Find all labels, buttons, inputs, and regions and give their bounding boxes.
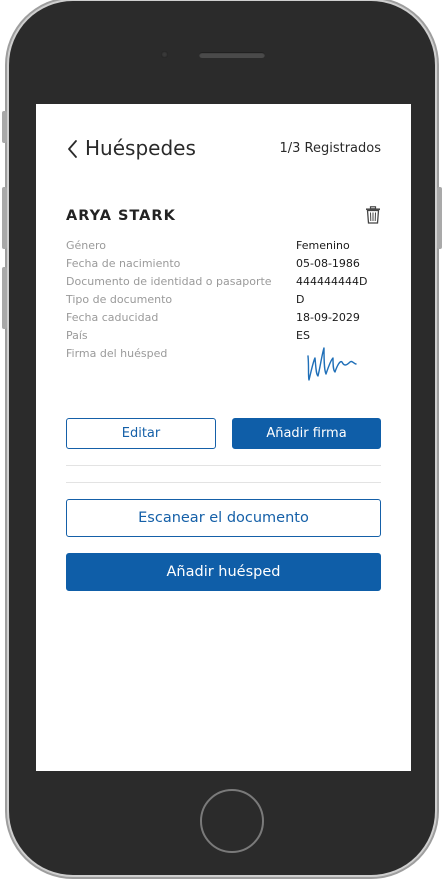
field-row-birth-date: Fecha de nacimiento 05-08-1986 bbox=[66, 256, 381, 274]
divider bbox=[66, 465, 381, 466]
trash-icon[interactable] bbox=[365, 206, 381, 224]
header: Huéspedes 1/3 Registrados bbox=[66, 134, 381, 164]
field-label: País bbox=[66, 329, 88, 342]
home-button[interactable] bbox=[200, 789, 264, 853]
chevron-left-icon[interactable] bbox=[66, 138, 84, 160]
field-row-gender: Género Femenino bbox=[66, 238, 381, 256]
field-value: D bbox=[296, 293, 305, 306]
power-button bbox=[437, 187, 442, 249]
edit-button[interactable]: Editar bbox=[66, 418, 216, 449]
volume-down-button bbox=[2, 267, 7, 329]
guest-registration-screen: Huéspedes 1/3 Registrados ARYA STARK Gén… bbox=[36, 104, 411, 771]
field-label: Documento de identidad o pasaporte bbox=[66, 275, 272, 288]
front-camera bbox=[161, 51, 168, 58]
scan-document-button[interactable]: Escanear el documento bbox=[66, 499, 381, 537]
volume-up-button bbox=[2, 187, 7, 249]
guest-signature-image bbox=[307, 347, 357, 381]
divider bbox=[66, 482, 381, 483]
field-row-document-type: Tipo de documento D bbox=[66, 292, 381, 310]
field-value: 444444444D bbox=[296, 275, 368, 288]
field-value: 05-08-1986 bbox=[296, 257, 360, 270]
field-value: 18-09-2029 bbox=[296, 311, 360, 324]
earpiece-speaker bbox=[199, 52, 265, 58]
field-label: Fecha de nacimiento bbox=[66, 257, 181, 270]
field-row-document-number: Documento de identidad o pasaporte 44444… bbox=[66, 274, 381, 292]
field-label: Tipo de documento bbox=[66, 293, 173, 306]
registered-count: 1/3 Registrados bbox=[279, 141, 381, 156]
field-value: Femenino bbox=[296, 239, 350, 252]
field-label: Firma del huésped bbox=[66, 347, 168, 360]
add-guest-button[interactable]: Añadir huésped bbox=[66, 553, 381, 591]
page-title: Huéspedes bbox=[85, 136, 196, 160]
field-label: Género bbox=[66, 239, 107, 252]
mute-switch bbox=[2, 111, 7, 143]
field-label: Fecha caducidad bbox=[66, 311, 159, 324]
field-row-expiry-date: Fecha caducidad 18-09-2029 bbox=[66, 310, 381, 328]
guest-name: ARYA STARK bbox=[66, 208, 176, 224]
add-signature-button[interactable]: Añadir firma bbox=[232, 418, 381, 449]
